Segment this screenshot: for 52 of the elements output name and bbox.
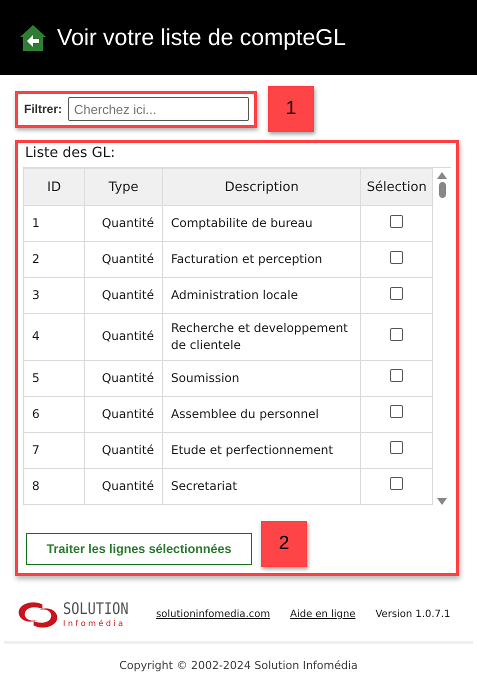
row-checkbox[interactable] [390,250,404,264]
table-cell: Comptabilite de bureau [162,206,361,242]
table-cell: Secretariat [162,468,361,504]
filter-label: Filtrer: [24,102,62,116]
table-cell: Soumission [162,360,361,396]
company-logo: SOLUTION Infomédia [16,600,140,629]
row-checkbox[interactable] [390,441,404,454]
column-header: ID [24,168,85,206]
scrollbar-thumb[interactable] [438,182,446,198]
column-header: Sélection [360,168,433,206]
table-cell: 8 [24,468,85,504]
process-button[interactable]: Traiter les lignes sélectionnées [26,533,252,565]
copyright-text: Copyright © 2002-2024 Solution Infomédia [118,659,359,672]
table-cell: Quantité [84,396,162,432]
table-cell: 1 [24,206,85,242]
table-cell: Facturation et perception [162,242,361,278]
scroll-up-icon[interactable] [437,172,448,179]
row-checkbox[interactable] [390,477,404,490]
table-cell: 6 [24,396,85,432]
row-checkbox[interactable] [390,405,404,418]
footer-link[interactable]: Aide en ligne [290,609,356,620]
table-cell: Quantité [84,432,162,468]
column-header: Type [84,168,162,206]
row-checkbox[interactable] [390,328,404,341]
row-checkbox[interactable] [390,286,404,300]
row-checkbox[interactable] [390,214,404,228]
table-cell: 7 [24,432,85,468]
table-cell: Assemblee du personnel [162,396,361,432]
table-cell: 2 [24,242,85,278]
column-header: Description [162,168,361,206]
list-title: Liste des GL: [24,144,116,163]
row-checkbox[interactable] [390,369,404,382]
table-cell: Quantité [84,278,162,314]
scroll-down-icon[interactable] [437,498,448,505]
table-cell: Quantité [84,242,162,278]
version-text: Version 1.0.7.1 [375,609,450,620]
callout-marker: 2 [261,521,307,567]
page-title: Voir votre liste de compteGL [57,24,346,51]
home-back-icon[interactable] [19,24,47,52]
filter-field[interactable]: Cherchez ici... [68,97,250,121]
table-cell: Administration locale [162,278,361,314]
table-cell: 3 [24,278,85,314]
table-cell: Quantité [84,360,162,396]
footer-link[interactable]: solutioninfomedia.com [156,609,270,620]
table-cell: Quantité [84,314,162,360]
table-cell: 4 [24,314,85,360]
table-cell: Etude et perfectionnement [162,432,361,468]
callout-marker: 1 [268,86,314,132]
table-cell: Recherche et developpement de clientele [162,314,361,360]
table-cell: Quantité [84,206,162,242]
table-cell: Quantité [84,468,162,504]
table-cell: 5 [24,360,85,396]
